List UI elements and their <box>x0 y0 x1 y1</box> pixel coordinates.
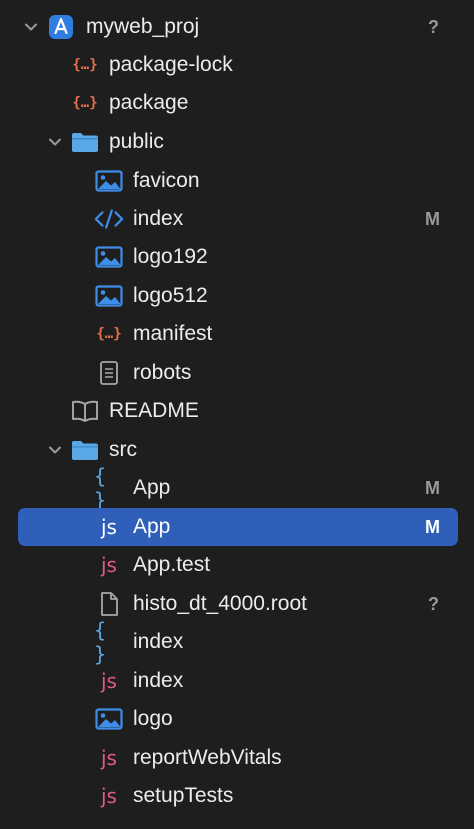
untracked-badge: ? <box>428 594 439 614</box>
json-file-icon: {…} <box>72 57 98 73</box>
file-name: App <box>133 476 171 499</box>
file-name: App <box>133 515 171 538</box>
js-file-icon: js <box>101 515 117 539</box>
blank-file-icon <box>94 591 124 617</box>
file-row-package[interactable]: {…} package <box>0 84 474 122</box>
file-name: logo192 <box>133 245 208 268</box>
code-file-icon <box>94 206 124 232</box>
file-name: robots <box>133 361 192 384</box>
project-name: myweb_proj <box>86 15 200 38</box>
book-icon <box>70 398 100 424</box>
file-row-logo[interactable]: logo <box>0 700 474 738</box>
file-row-histo[interactable]: histo_dt_4000.root ? <box>0 585 474 623</box>
file-row-logo512[interactable]: logo512 <box>0 277 474 315</box>
file-name: index <box>133 207 184 230</box>
file-row-index-js[interactable]: js index <box>0 662 474 700</box>
js-file-icon: js <box>101 553 117 577</box>
file-name: logo <box>133 707 173 730</box>
css-file-icon: { } <box>94 618 107 666</box>
file-name: setupTests <box>133 784 234 807</box>
folder-row-src[interactable]: src <box>0 431 474 469</box>
file-name: package-lock <box>109 53 233 76</box>
xcode-project-icon <box>46 14 76 40</box>
file-row-manifest[interactable]: {…} manifest <box>0 315 474 353</box>
json-file-icon: {…} <box>96 326 122 342</box>
file-name: index <box>133 669 184 692</box>
json-file-icon: {…} <box>72 95 98 111</box>
project-navigator: myweb_proj ? {…} package-lock {…} packag… <box>0 0 474 829</box>
file-row-app-test[interactable]: js App.test <box>0 546 474 584</box>
file-name: README <box>109 399 199 422</box>
file-row-package-lock[interactable]: {…} package-lock <box>0 46 474 84</box>
file-name: histo_dt_4000.root <box>133 592 307 615</box>
file-name: logo512 <box>133 284 208 307</box>
file-row-app-css[interactable]: { } App M <box>0 464 474 512</box>
folder-name: src <box>109 438 137 461</box>
image-file-icon <box>94 706 124 732</box>
file-row-favicon[interactable]: favicon <box>0 162 474 200</box>
file-row-robots[interactable]: robots <box>0 354 474 392</box>
file-row-index-html[interactable]: index M <box>0 200 474 238</box>
folder-row-public[interactable]: public <box>0 123 474 161</box>
folder-name: public <box>109 130 164 153</box>
file-row-readme[interactable]: README <box>0 392 474 430</box>
selection-highlight <box>18 508 458 546</box>
js-file-icon: js <box>101 784 117 808</box>
text-file-icon <box>94 360 124 386</box>
file-name: package <box>109 91 189 114</box>
chevron-down-icon[interactable] <box>45 440 65 460</box>
file-name: index <box>133 630 184 653</box>
js-file-icon: js <box>101 669 117 693</box>
image-file-icon <box>94 283 124 309</box>
image-file-icon <box>94 168 124 194</box>
modified-badge: M <box>425 517 440 537</box>
file-name: manifest <box>133 322 213 345</box>
image-file-icon <box>94 244 124 270</box>
file-row-report-web-vitals[interactable]: js reportWebVitals <box>0 739 474 777</box>
file-name: reportWebVitals <box>133 746 282 769</box>
status-badge: ? <box>428 17 439 37</box>
file-name: favicon <box>133 169 200 192</box>
modified-badge: M <box>425 209 440 229</box>
project-root-row[interactable]: myweb_proj ? <box>0 8 474 46</box>
file-row-app-js-selected[interactable]: js App M <box>0 508 474 546</box>
js-file-icon: js <box>101 746 117 770</box>
file-row-logo192[interactable]: logo192 <box>0 238 474 276</box>
modified-badge: M <box>425 478 440 498</box>
folder-icon <box>70 129 100 155</box>
file-row-index-css[interactable]: { } index <box>0 618 474 666</box>
css-file-icon: { } <box>94 464 107 512</box>
chevron-down-icon[interactable] <box>21 17 41 37</box>
chevron-down-icon[interactable] <box>45 132 65 152</box>
folder-icon <box>70 437 100 463</box>
file-row-setup-tests[interactable]: js setupTests <box>0 777 474 815</box>
file-name: App.test <box>133 553 211 576</box>
